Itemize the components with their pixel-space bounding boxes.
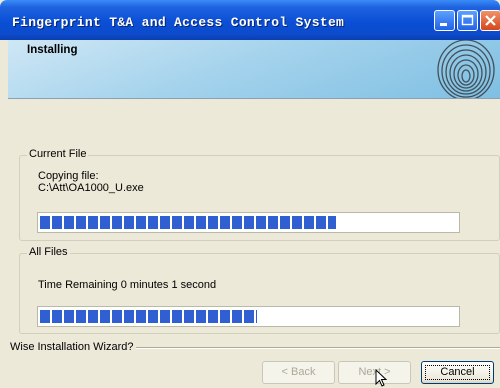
all-files-progress-bar [37,306,460,327]
close-icon [485,15,496,26]
all-files-legend: All Files [27,246,70,258]
fingerprint-icon [437,40,495,98]
time-remaining: Time Remaining 0 minutes 1 second [38,279,217,291]
current-file-legend: Current File [27,148,89,160]
minimize-button[interactable] [434,10,455,31]
close-button[interactable] [480,10,500,31]
back-button-label: < Back [281,366,316,378]
wizard-header: Installing [8,40,500,99]
focus-rectangle [425,365,490,380]
installer-window: Fingerprint T&A and Access Control Syste… [0,0,500,388]
current-file-progress-fill [40,216,336,229]
window-title: Fingerprint T&A and Access Control Syste… [12,15,345,30]
file-path: C:\Att\OA1000_U.exe [38,182,144,194]
maximize-icon [461,14,474,26]
page-title: Installing [27,44,78,56]
all-files-progress-fill [40,310,257,323]
maximize-button[interactable] [457,10,478,31]
title-bar[interactable]: Fingerprint T&A and Access Control Syste… [0,0,500,40]
wizard-brand: Wise Installation Wizard? [10,341,136,353]
copying-label: Copying file: [38,170,99,182]
cancel-button[interactable]: Cancel [421,361,494,384]
minimize-icon [440,23,447,26]
current-file-progress-bar [37,212,460,233]
mouse-cursor-icon [375,369,388,387]
footer-divider [132,347,500,349]
back-button[interactable]: < Back [262,361,335,384]
